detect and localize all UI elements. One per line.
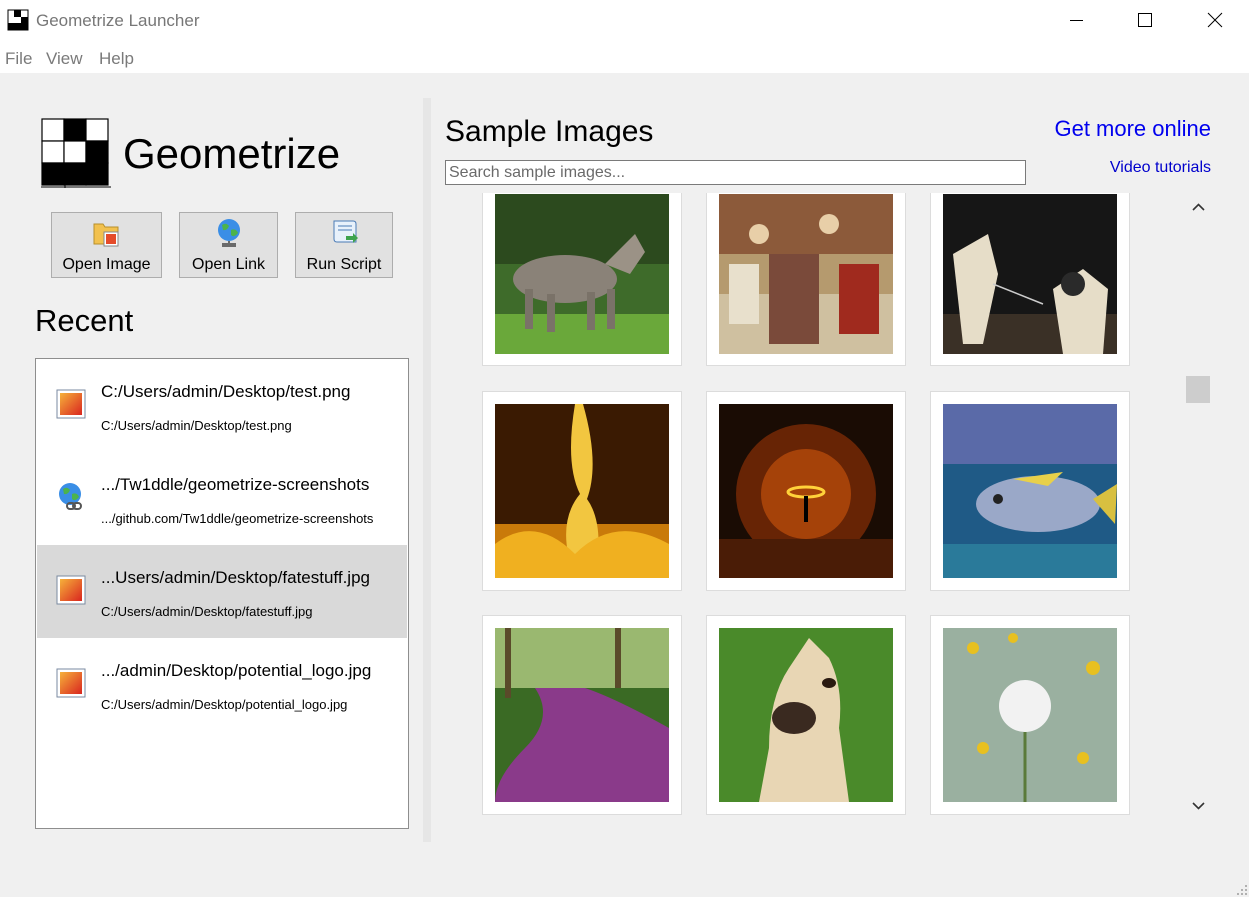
recent-item-path: .../github.com/Tw1ddle/geometrize-screen…: [101, 511, 374, 526]
sample-thumb-fencing[interactable]: [930, 193, 1130, 366]
open-image-label: Open Image: [62, 256, 151, 273]
fencing-image: [943, 194, 1117, 354]
chevron-down-icon: [1192, 802, 1205, 810]
run-script-label: Run Script: [306, 256, 382, 273]
title-bar: Geometrize Launcher: [0, 0, 1249, 42]
open-image-button[interactable]: Open Image: [51, 212, 162, 278]
recent-item[interactable]: .../admin/Desktop/potential_logo.jpg C:/…: [37, 638, 407, 731]
script-scroll-icon: [333, 220, 358, 243]
globe-link-icon: [217, 219, 240, 247]
flower-path-image: [495, 628, 669, 802]
recent-item-selected[interactable]: ...Users/admin/Desktop/fatestuff.jpg C:/…: [37, 545, 407, 638]
recent-item-title: ...Users/admin/Desktop/fatestuff.jpg: [101, 568, 370, 587]
run-script-button[interactable]: Run Script: [295, 212, 393, 278]
minimize-button[interactable]: [1042, 0, 1112, 42]
video-tutorials-link[interactable]: Video tutorials: [1110, 159, 1211, 177]
recent-item-title: .../Tw1ddle/geometrize-screenshots: [101, 475, 370, 494]
resize-grip-icon[interactable]: [1237, 885, 1247, 895]
open-image-icon: [93, 223, 118, 247]
sample-thumb-fish[interactable]: [930, 391, 1130, 591]
maximize-button[interactable]: [1110, 0, 1180, 42]
app-logo-icon: [7, 9, 29, 31]
menu-view[interactable]: View: [46, 49, 83, 69]
recent-item-path: C:/Users/admin/Desktop/potential_logo.jp…: [101, 697, 348, 712]
sample-thumb-steel-wool[interactable]: [706, 391, 906, 591]
image-file-icon: [56, 668, 86, 698]
foal-image: [719, 628, 893, 802]
scroll-up-button[interactable]: [1186, 195, 1211, 220]
close-icon: [1207, 12, 1223, 28]
sample-thumb-flower-path[interactable]: [482, 615, 682, 815]
dandelion-image: [943, 628, 1117, 802]
search-input[interactable]: [445, 160, 1026, 185]
recent-item-path: C:/Users/admin/Desktop/test.png: [101, 418, 292, 433]
scroll-down-button[interactable]: [1186, 793, 1211, 818]
menu-file[interactable]: File: [5, 49, 32, 69]
sample-thumb-fire[interactable]: [482, 391, 682, 591]
open-link-button[interactable]: Open Link: [179, 212, 278, 278]
geometrize-logo-icon: [41, 118, 111, 188]
minimize-icon: [1070, 20, 1083, 21]
fish-image: [943, 404, 1117, 578]
sample-thumb-wolf[interactable]: [482, 193, 682, 366]
sample-gallery: [440, 193, 1186, 818]
menu-help[interactable]: Help: [99, 49, 134, 69]
gallery-scrollbar[interactable]: [1186, 193, 1211, 818]
open-link-label: Open Link: [192, 256, 265, 273]
wolf-image: [495, 194, 669, 354]
panel-splitter[interactable]: [423, 98, 431, 842]
web-link-icon: [59, 483, 82, 510]
steel-wool-image: [719, 404, 893, 578]
recent-item-path: C:/Users/admin/Desktop/fatestuff.jpg: [101, 604, 313, 619]
image-file-icon: [56, 389, 86, 419]
recent-item[interactable]: C:/Users/admin/Desktop/test.png C:/Users…: [37, 359, 407, 452]
sample-thumb-painting[interactable]: [706, 193, 906, 366]
scrollbar-thumb[interactable]: [1186, 376, 1210, 403]
brand-title: Geometrize: [123, 130, 341, 177]
get-more-online-link[interactable]: Get more online: [1054, 116, 1211, 142]
sample-images-heading: Sample Images: [445, 115, 654, 148]
maximize-icon: [1138, 13, 1152, 27]
menu-bar: File View Help: [0, 42, 1249, 73]
recent-heading: Recent: [35, 303, 134, 338]
image-file-icon: [56, 575, 86, 605]
window-title: Geometrize Launcher: [36, 11, 200, 30]
chevron-up-icon: [1192, 203, 1205, 211]
fire-image: [495, 404, 669, 578]
recent-list[interactable]: C:/Users/admin/Desktop/test.png C:/Users…: [35, 358, 409, 829]
medieval-painting-image: [719, 194, 893, 354]
close-button[interactable]: [1179, 0, 1249, 42]
sample-thumb-foal[interactable]: [706, 615, 906, 815]
recent-item[interactable]: .../Tw1ddle/geometrize-screenshots .../g…: [37, 452, 407, 545]
recent-item-title: .../admin/Desktop/potential_logo.jpg: [101, 661, 372, 680]
recent-item-title: C:/Users/admin/Desktop/test.png: [101, 382, 351, 401]
sample-thumb-dandelion[interactable]: [930, 615, 1130, 815]
